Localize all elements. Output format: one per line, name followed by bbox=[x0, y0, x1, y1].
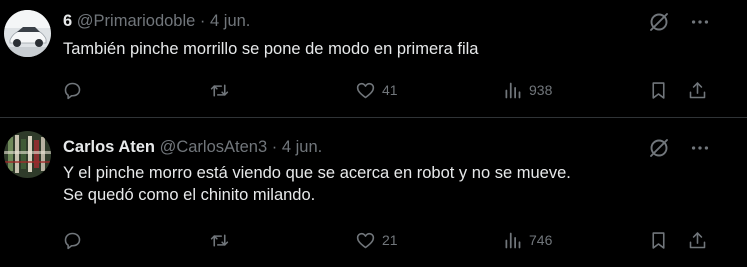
separator-dot: · bbox=[271, 138, 278, 156]
share-button[interactable] bbox=[687, 228, 708, 252]
more-icon[interactable] bbox=[689, 137, 711, 164]
views-chart-icon bbox=[505, 232, 521, 248]
retweet-icon bbox=[210, 83, 229, 97]
share-icon bbox=[689, 81, 706, 98]
views-button[interactable]: 746 bbox=[502, 228, 552, 252]
avatar[interactable] bbox=[4, 10, 51, 57]
share-icon bbox=[689, 231, 706, 248]
display-name[interactable]: 6 bbox=[63, 12, 72, 30]
views-chart-icon bbox=[505, 82, 521, 98]
reply-button[interactable] bbox=[62, 228, 89, 252]
like-count: 41 bbox=[382, 82, 398, 98]
tweet-top-actions bbox=[647, 136, 711, 165]
like-button[interactable]: 41 bbox=[355, 78, 398, 102]
views-count: 746 bbox=[529, 232, 553, 248]
tweet-action-bar: 41 938 bbox=[62, 78, 712, 102]
separator-dot: · bbox=[199, 12, 206, 30]
tweet[interactable]: 6 @Primariodoble · 4 jun. También pinche… bbox=[0, 0, 747, 118]
grok-icon[interactable] bbox=[647, 136, 689, 165]
tweet-header: 6 @Primariodoble · 4 jun. bbox=[63, 11, 250, 31]
user-handle[interactable]: @CarlosAten3 bbox=[160, 138, 268, 156]
tweet[interactable]: Carlos Aten @CarlosAten3 · 4 jun. Y el p… bbox=[0, 119, 747, 267]
bookmark-icon bbox=[652, 81, 665, 99]
retweet-button[interactable] bbox=[209, 228, 236, 252]
reply-icon bbox=[64, 82, 81, 99]
tweet-text: También pinche morrillo se pone de modo … bbox=[63, 38, 478, 60]
reply-icon bbox=[64, 232, 81, 249]
tweet-date[interactable]: 4 jun. bbox=[210, 12, 250, 30]
heart-icon bbox=[356, 232, 375, 248]
like-button[interactable]: 21 bbox=[355, 228, 398, 252]
views-button[interactable]: 938 bbox=[502, 78, 552, 102]
retweet-icon bbox=[210, 233, 229, 247]
more-icon[interactable] bbox=[689, 11, 711, 38]
user-handle[interactable]: @Primariodoble bbox=[77, 12, 196, 30]
bookmark-icon bbox=[652, 231, 665, 249]
grok-icon[interactable] bbox=[647, 10, 689, 39]
avatar[interactable] bbox=[4, 131, 51, 178]
reply-button[interactable] bbox=[62, 78, 89, 102]
tweet-top-actions bbox=[647, 10, 711, 39]
tweet-action-bar: 21 746 bbox=[62, 228, 712, 252]
bookmark-button[interactable] bbox=[648, 78, 669, 102]
tweet-header: Carlos Aten @CarlosAten3 · 4 jun. bbox=[63, 137, 322, 157]
share-button[interactable] bbox=[687, 78, 708, 102]
tweet-text: Y el pinche morro está viendo que se ace… bbox=[63, 162, 571, 206]
display-name[interactable]: Carlos Aten bbox=[63, 138, 155, 156]
views-count: 938 bbox=[529, 82, 553, 98]
tweet-text-line: Se quedó como el chinito milando. bbox=[63, 186, 316, 204]
heart-icon bbox=[356, 82, 375, 98]
retweet-button[interactable] bbox=[209, 78, 236, 102]
bookmark-button[interactable] bbox=[648, 228, 669, 252]
tweet-text-line: Y el pinche morro está viendo que se ace… bbox=[63, 164, 571, 182]
like-count: 21 bbox=[382, 232, 398, 248]
tweet-text-line: También pinche morrillo se pone de modo … bbox=[63, 40, 479, 58]
tweet-date[interactable]: 4 jun. bbox=[282, 138, 322, 156]
